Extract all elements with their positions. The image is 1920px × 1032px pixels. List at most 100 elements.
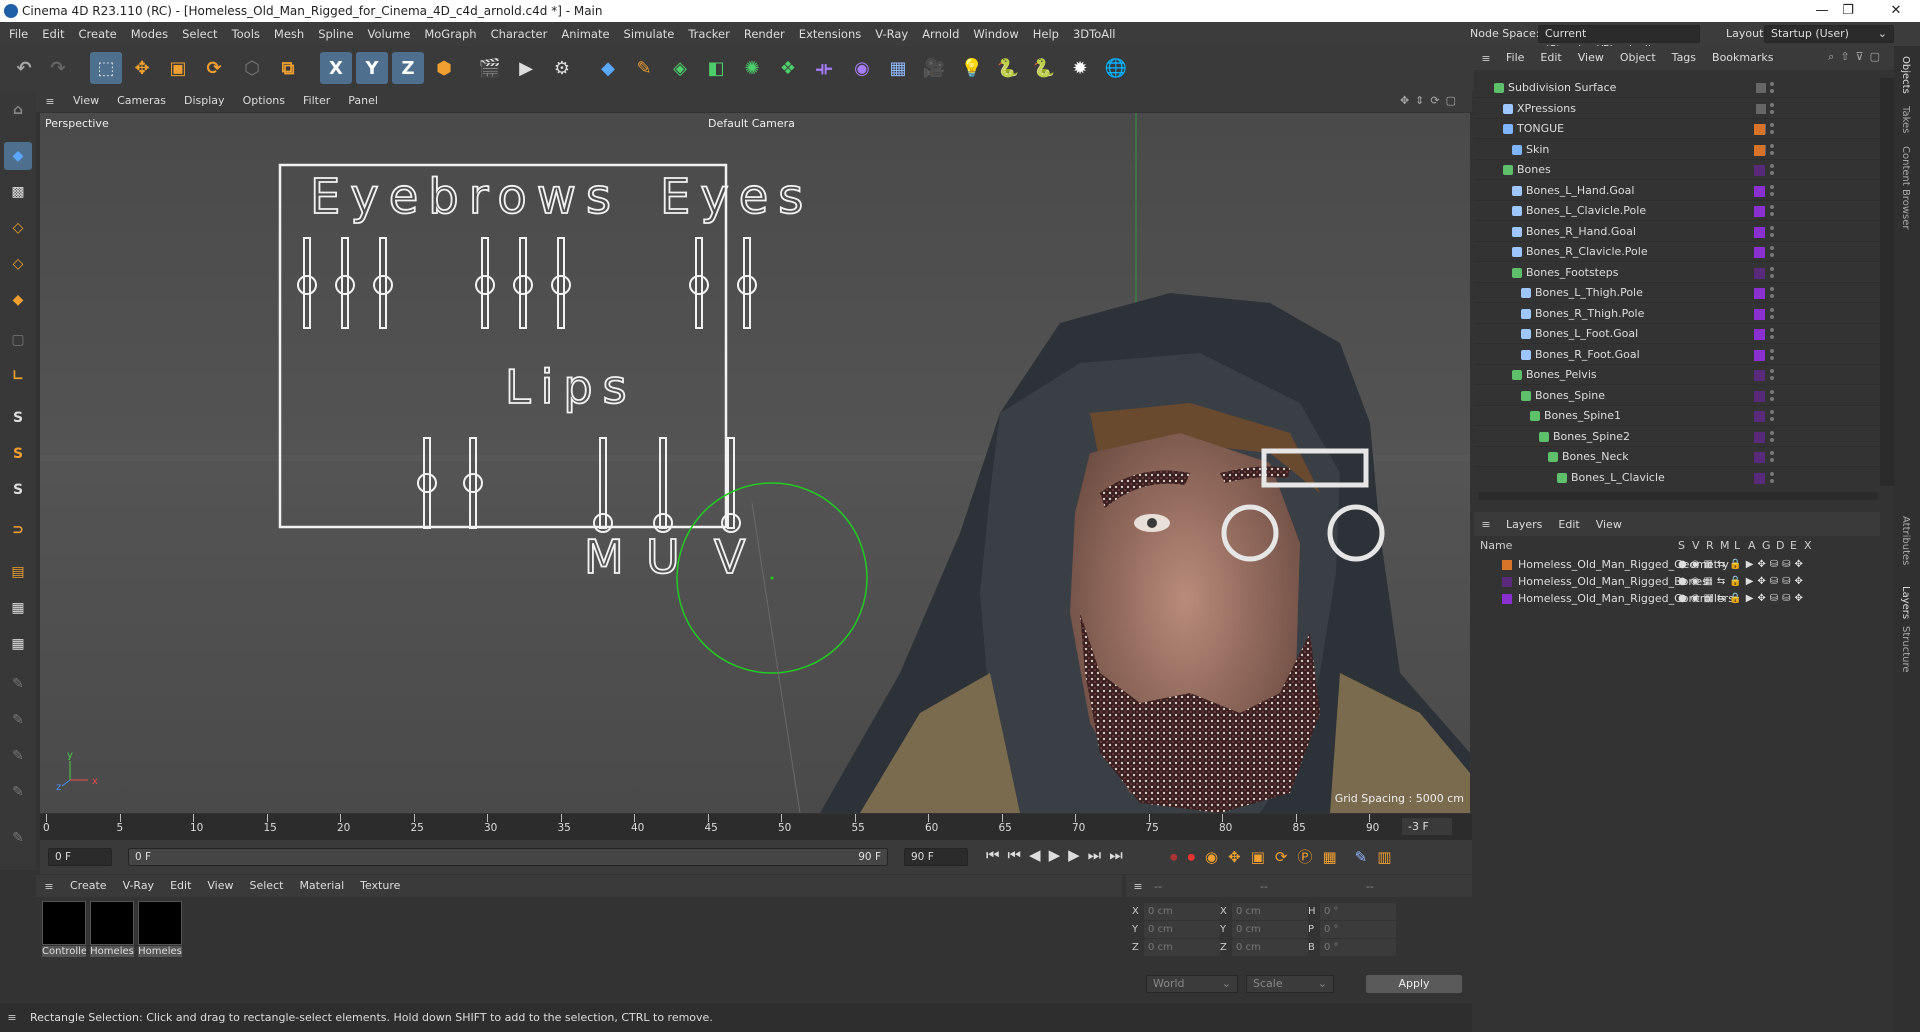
- hamburger-icon[interactable]: ≡: [1474, 518, 1498, 531]
- object-menu-tags[interactable]: Tags: [1664, 46, 1704, 70]
- menu-help[interactable]: Help: [1026, 22, 1066, 46]
- edges-mode-icon[interactable]: ◇: [4, 250, 32, 278]
- x-axis-lock-button[interactable]: X: [320, 52, 352, 84]
- material-menu-edit[interactable]: Edit: [162, 875, 199, 897]
- sculpt-icon[interactable]: ✎: [4, 742, 32, 770]
- viewport-perspective[interactable]: Eyebrows Eyes Lips M U V y z x Perspecti…: [40, 113, 1470, 813]
- layer-row[interactable]: Homeless_Old_Man_Rigged_Controllers ●◉▦⇆🔒…: [1474, 590, 1880, 607]
- object-row[interactable]: Bones_Spine1: [1474, 406, 1880, 426]
- material-menu-view[interactable]: View: [199, 875, 241, 897]
- layer-flags-icons[interactable]: ●◉▦⇆🔒▶✥⛁⛁✥: [1678, 573, 1807, 590]
- hamburger-icon[interactable]: ≡: [36, 95, 64, 108]
- visibility-dots-icon[interactable]: [1770, 184, 1774, 197]
- layer-color-tag[interactable]: [1754, 329, 1765, 340]
- object-row[interactable]: Bones_R_Thigh.Pole: [1474, 304, 1880, 324]
- viewport-nav-icons[interactable]: ✥⇕⟳▢: [1400, 94, 1462, 107]
- object-row[interactable]: Bones_Footsteps: [1474, 263, 1880, 283]
- field-icon[interactable]: ◉: [846, 52, 878, 84]
- menu-tracker[interactable]: Tracker: [681, 22, 737, 46]
- coord-field-b[interactable]: X 0 cm: [1220, 903, 1308, 920]
- layer-color-tag[interactable]: [1754, 452, 1765, 463]
- scale-icon[interactable]: ▣: [162, 52, 194, 84]
- material-swatch[interactable]: Controlle: [42, 901, 86, 957]
- visibility-dots-icon[interactable]: [1770, 164, 1774, 176]
- layout-dropdown[interactable]: Startup (User) ⌄: [1764, 25, 1894, 43]
- goto-end-icon[interactable]: ⏭: [1109, 846, 1123, 864]
- recent-tool-icon[interactable]: ⬡: [236, 52, 268, 84]
- menu-arnold[interactable]: Arnold: [915, 22, 966, 46]
- visibility-dots-icon[interactable]: [1770, 471, 1774, 484]
- workplane-icon[interactable]: ▤: [4, 558, 32, 586]
- object-menu-view[interactable]: View: [1570, 46, 1612, 70]
- autokey-icon[interactable]: ⏺: [1188, 848, 1196, 866]
- viewport-menu-cameras[interactable]: Cameras: [108, 90, 175, 112]
- visibility-dots-icon[interactable]: [1770, 389, 1774, 402]
- layer-color-tag[interactable]: [1754, 431, 1765, 443]
- rotate-icon[interactable]: ⟳: [198, 52, 230, 84]
- object-row[interactable]: Bones_R_Hand.Goal: [1474, 222, 1880, 242]
- prev-frame-icon[interactable]: ◀: [1029, 846, 1041, 864]
- visibility-dots-icon[interactable]: [1770, 225, 1774, 238]
- floor-icon[interactable]: ▦: [882, 52, 914, 84]
- layer-color-tag[interactable]: [1754, 124, 1765, 135]
- object-row[interactable]: Bones_R_Foot.Goal: [1474, 345, 1880, 365]
- layer-flags-icons[interactable]: ●◉▦⇆🔒▶✥⛁⛁✥: [1678, 590, 1807, 607]
- object-row[interactable]: Bones_L_Foot.Goal: [1474, 324, 1880, 344]
- layer-color-tag[interactable]: [1754, 308, 1765, 320]
- menu-v-ray[interactable]: V-Ray: [868, 22, 915, 46]
- object-row[interactable]: XPressions: [1474, 99, 1880, 119]
- uv-mode-icon[interactable]: ▢: [4, 326, 32, 354]
- visibility-dots-icon[interactable]: [1770, 246, 1774, 258]
- menu-tools[interactable]: Tools: [225, 22, 267, 46]
- material-swatch[interactable]: Homeles: [138, 901, 182, 957]
- visibility-dots-icon[interactable]: [1770, 348, 1774, 361]
- solo-hierarchy-icon[interactable]: S: [4, 440, 32, 468]
- object-menu-edit[interactable]: Edit: [1532, 46, 1569, 70]
- object-row[interactable]: Subdivision Surface: [1474, 78, 1880, 98]
- hair-icon[interactable]: ✎: [4, 824, 32, 852]
- record-keys-icon[interactable]: ⏺: [1170, 848, 1178, 866]
- object-list-scrollbar[interactable]: [1880, 78, 1894, 486]
- visibility-dots-icon[interactable]: [1770, 287, 1774, 299]
- object-row[interactable]: Bones_L_Clavicle: [1474, 468, 1880, 487]
- key-position-icon[interactable]: ✥: [1228, 848, 1241, 866]
- menu-character[interactable]: Character: [484, 22, 555, 46]
- object-row[interactable]: Bones_L_Thigh.Pole: [1474, 283, 1880, 303]
- smooth-icon[interactable]: ✎: [4, 778, 32, 806]
- key-param-icon[interactable]: Ⓟ: [1297, 846, 1312, 867]
- undo-icon[interactable]: ↶: [8, 52, 40, 84]
- object-enable-check-icon[interactable]: [1756, 103, 1766, 114]
- tab-content-browser[interactable]: Content Browser: [1900, 146, 1911, 229]
- layer-flags-icons[interactable]: ●◉▦⇆🔒▶✥⛁⛁✥: [1678, 556, 1807, 573]
- object-row[interactable]: Bones_R_Clavicle.Pole: [1474, 242, 1880, 262]
- menu-3dtoall[interactable]: 3DToAll: [1066, 22, 1123, 46]
- menu-volume[interactable]: Volume: [361, 22, 418, 46]
- object-manager-tools-icons[interactable]: ⌕⇧⊽▢: [1828, 50, 1886, 64]
- axis-mode-icon[interactable]: ∟: [4, 362, 32, 390]
- lock-workplane-icon[interactable]: ▦: [4, 630, 32, 658]
- visibility-dots-icon[interactable]: [1770, 205, 1774, 217]
- key-pla-icon[interactable]: ▦: [1322, 848, 1336, 866]
- coordinate-tool-icon[interactable]: ⧉: [272, 52, 304, 84]
- viewport-menu-options[interactable]: Options: [234, 90, 294, 112]
- grid-icon[interactable]: ▦: [4, 594, 32, 622]
- object-row[interactable]: Bones: [1474, 160, 1880, 180]
- render-settings-icon[interactable]: ⚙: [546, 52, 578, 84]
- menu-mograph[interactable]: MoGraph: [417, 22, 483, 46]
- visibility-dots-icon[interactable]: [1770, 328, 1774, 340]
- python-icon[interactable]: 🐍: [992, 52, 1024, 84]
- menu-animate[interactable]: Animate: [554, 22, 616, 46]
- layer-menu-edit[interactable]: Edit: [1550, 518, 1587, 531]
- camera-icon[interactable]: 🎥: [918, 52, 950, 84]
- prev-key-icon[interactable]: ⏮: [1008, 846, 1022, 864]
- next-key-icon[interactable]: ⏭: [1088, 846, 1102, 864]
- coord-field-c[interactable]: B 0 °: [1308, 939, 1396, 956]
- coord-field-b[interactable]: Y 0 cm: [1220, 921, 1308, 938]
- goto-start-icon[interactable]: ⏮: [986, 846, 1000, 864]
- next-frame-icon[interactable]: ▶: [1068, 846, 1080, 864]
- layer-color-tag[interactable]: [1754, 349, 1765, 361]
- menu-edit[interactable]: Edit: [35, 22, 71, 46]
- menu-select[interactable]: Select: [175, 22, 224, 46]
- timeline-icon[interactable]: ▥: [1377, 848, 1391, 866]
- viewport-menu-filter[interactable]: Filter: [294, 90, 339, 112]
